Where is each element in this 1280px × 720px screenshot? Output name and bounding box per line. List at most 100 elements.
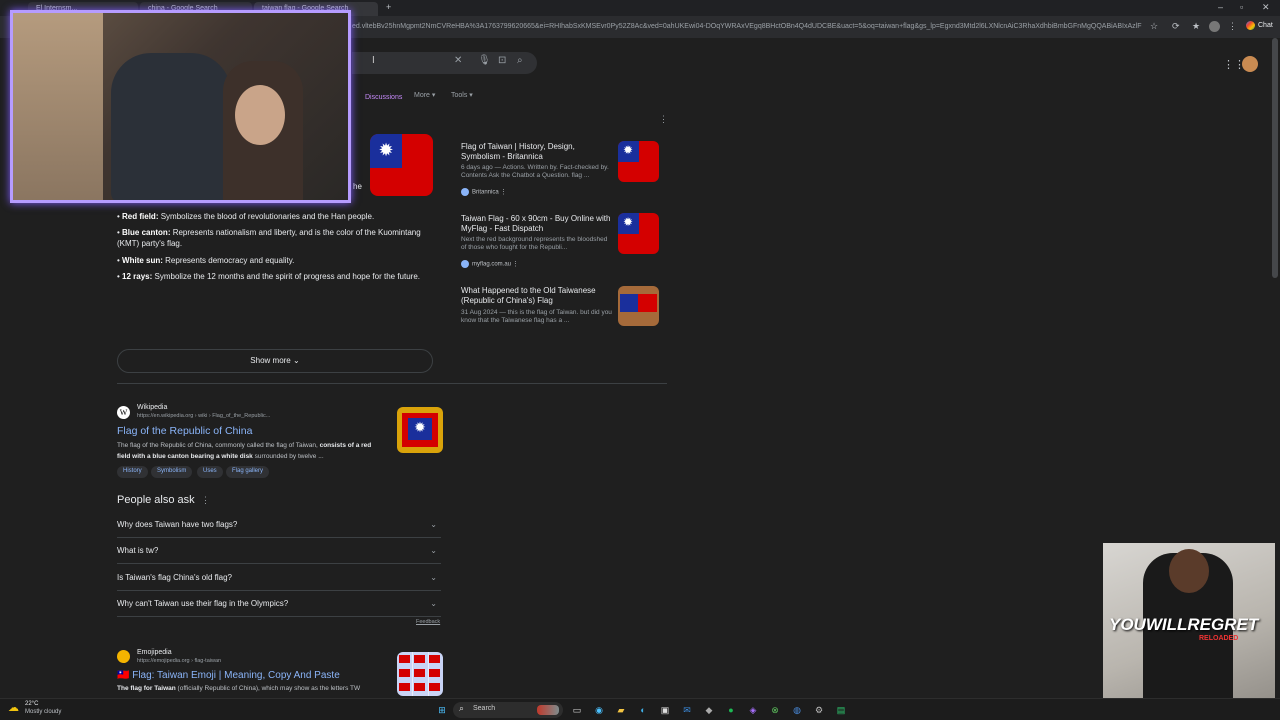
white-sun-icon: ✹	[414, 419, 426, 435]
taskbar-search[interactable]: ⌕ Search	[453, 702, 563, 718]
flag-red	[399, 669, 410, 677]
taskbar: ☁ 22°C Mostly cloudy ⊞ ⌕ Search ▭ ◉ ▰ ◐ …	[0, 698, 1280, 720]
wikipedia-icon: W	[117, 406, 130, 419]
tab-tools-label: Tools	[451, 92, 468, 99]
person-face	[235, 85, 285, 145]
weather-icon[interactable]: ☁	[8, 701, 19, 714]
gaming-chair	[111, 53, 231, 200]
flag-canton	[620, 294, 639, 312]
bullet-text: Represents democracy and equality.	[162, 256, 295, 265]
more-options-icon[interactable]: ⋮	[659, 114, 668, 125]
search-input[interactable]: I ✕ 🎙 ⊡ ⌕	[352, 52, 537, 74]
url-field[interactable]: ed.vltebBv25hnMgpmt2NmCVReHBA%3A17637996…	[352, 20, 1142, 34]
show-more-button[interactable]: Show more ⌄	[117, 349, 433, 373]
bookmarks-icon[interactable]: ★	[1192, 21, 1200, 32]
card-snippet: 6 days ago — Actions. Written by. Fact-c…	[461, 164, 609, 179]
taiwan-flag-image[interactable]: ✹	[370, 134, 433, 196]
card-video-thumbnail[interactable]	[618, 286, 659, 326]
gemini-icon[interactable]	[1246, 21, 1255, 30]
result-title-link[interactable]: 🇹🇼 Flag: Taiwan Emoji | Meaning, Copy An…	[117, 670, 340, 681]
paa-question[interactable]: Is Taiwan's flag China's old flag? ⌄	[117, 565, 441, 591]
reaction-camera-overlay: YOUWILLREGRET RELOADED	[1103, 543, 1275, 715]
result-title-link[interactable]: Flag of the Republic of China	[117, 425, 252, 437]
app-icon[interactable]: ◆	[702, 703, 716, 717]
paa-question[interactable]: What is tw? ⌄	[117, 538, 441, 564]
menu-icon[interactable]: ⋮	[1228, 21, 1237, 32]
chevron-down-icon: ⌄	[430, 573, 437, 582]
page-scrollbar[interactable]	[1272, 38, 1278, 278]
account-avatar[interactable]	[1242, 56, 1258, 72]
emoji-grid-thumbnail[interactable]	[397, 652, 443, 696]
paa-question-text: Why does Taiwan have two flags?	[117, 520, 238, 529]
edge-icon[interactable]: ◐	[636, 703, 650, 717]
taskbar-search-label: Search	[473, 705, 496, 712]
steam-icon[interactable]: ⚙	[812, 703, 826, 717]
wiki-flag-thumbnail[interactable]: ✹	[397, 407, 443, 453]
white-sun-icon: ✹	[378, 140, 394, 160]
maximize-icon[interactable]: ▫	[1240, 2, 1243, 12]
paa-question-text: Why can't Taiwan use their flag in the O…	[117, 599, 289, 608]
white-sun-icon: ✹	[622, 143, 634, 157]
weather-temp[interactable]: 22°C	[25, 701, 38, 707]
search-icon[interactable]: ⌕	[517, 55, 523, 66]
extensions-icon[interactable]: ⟳	[1172, 21, 1180, 32]
tab-discussions[interactable]: Discussions	[365, 94, 402, 101]
app-icon[interactable]: ◍	[790, 703, 804, 717]
card-snippet: 31 Aug 2024 — this is the flag of Taiwan…	[461, 309, 612, 324]
chip-uses[interactable]: Uses	[197, 466, 223, 478]
tab-tools[interactable]: Tools ▾	[451, 91, 473, 99]
card-title[interactable]: Flag of Taiwan | History, Design, Symbol…	[461, 142, 616, 162]
bullet-term: Blue canton:	[122, 228, 171, 237]
show-more-label: Show more	[250, 356, 291, 365]
start-icon[interactable]: ⊞	[435, 703, 449, 717]
card-flag-thumbnail[interactable]: ✹	[618, 213, 659, 254]
clear-icon[interactable]: ✕	[454, 55, 462, 66]
site-icon	[461, 260, 469, 268]
shirt-subtext: RELOADED	[1199, 635, 1239, 642]
copilot-icon[interactable]: ◉	[592, 703, 606, 717]
paa-question[interactable]: Why does Taiwan have two flags? ⌄	[117, 512, 441, 538]
card-source[interactable]: Britannica ⋮	[461, 188, 506, 196]
mail-icon[interactable]: ✉	[680, 703, 694, 717]
paa-question[interactable]: Why can't Taiwan use their flag in the O…	[117, 591, 441, 617]
file-explorer-icon[interactable]: ▰	[614, 703, 628, 717]
result-url[interactable]: https://emojipedia.org › flag-taiwan	[137, 658, 221, 664]
mic-icon[interactable]: 🎙	[478, 55, 491, 66]
chip-flag-gallery[interactable]: Flag gallery	[226, 466, 270, 478]
lens-icon[interactable]: ⊡	[498, 55, 506, 66]
paa-heading: People also ask	[117, 494, 195, 506]
chip-history[interactable]: History	[117, 466, 148, 478]
chevron-down-icon: ⌄	[430, 599, 437, 608]
card-title[interactable]: What Happened to the Old Taiwanese (Repu…	[461, 286, 616, 306]
chip-symbolism[interactable]: Symbolism	[151, 466, 193, 478]
app-icon[interactable]: ▤	[834, 703, 848, 717]
new-tab-icon[interactable]: +	[386, 2, 391, 12]
site-icon	[461, 188, 469, 196]
task-view-icon[interactable]: ▭	[570, 703, 584, 717]
paa-more-icon[interactable]: ⋮	[201, 495, 210, 506]
profile-icon[interactable]	[1209, 21, 1220, 32]
close-window-icon[interactable]: ✕	[1262, 2, 1270, 13]
bullet-red-field: • Red field: Symbolizes the blood of rev…	[117, 212, 375, 221]
result-url[interactable]: https://en.wikipedia.org › wiki › Flag_o…	[137, 413, 270, 419]
xbox-icon[interactable]: ⊗	[768, 703, 782, 717]
weather-desc[interactable]: Mostly cloudy	[25, 709, 61, 715]
card-title[interactable]: Taiwan Flag - 60 x 90cm - Buy Online wit…	[461, 214, 616, 234]
feedback-link[interactable]: Feedback	[416, 619, 440, 625]
star-icon[interactable]: ☆	[1150, 21, 1158, 32]
paa-question-text: Is Taiwan's flag China's old flag?	[117, 573, 232, 582]
minimize-icon[interactable]: –	[1218, 2, 1223, 12]
discord-icon[interactable]: ◈	[746, 703, 760, 717]
tab-more[interactable]: More ▾	[414, 91, 435, 99]
card-source[interactable]: myflag.com.au ⋮	[461, 260, 519, 268]
store-icon[interactable]: ▣	[658, 703, 672, 717]
bullet-text: Symbolize the 12 months and the spirit o…	[152, 272, 421, 281]
spotify-icon[interactable]: ●	[724, 703, 738, 717]
card-flag-thumbnail[interactable]: ✹	[618, 141, 659, 182]
flag-red	[429, 669, 440, 677]
bullet-text: Symbolizes the blood of revolutionaries …	[158, 212, 375, 221]
snippet-part: The flag of the Republic of China, commo…	[117, 442, 320, 449]
card-source-label: myflag.com.au	[472, 261, 512, 268]
webcam-overlay	[10, 10, 351, 203]
chat-button[interactable]: Chat	[1258, 22, 1273, 29]
